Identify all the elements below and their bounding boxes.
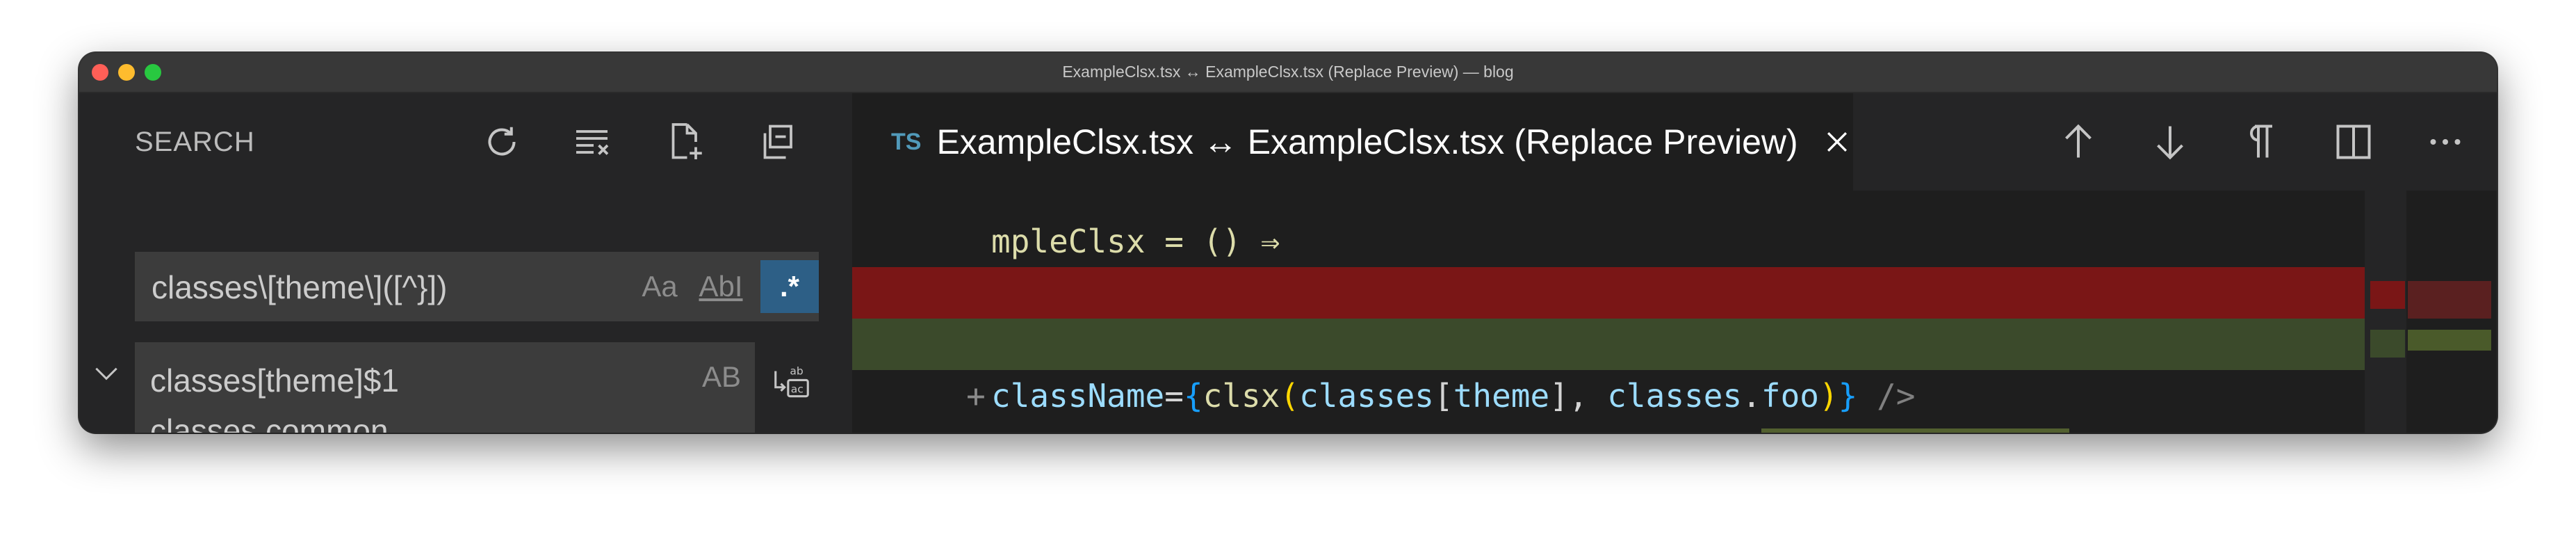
diff-editor[interactable]: mpleClsx = () ⇒ e } = useTheme(); — clas… [852, 191, 2497, 433]
more-actions-icon [2430, 139, 2461, 145]
refresh-icon [488, 127, 516, 156]
collapse-all-button[interactable] [752, 117, 802, 167]
code-line: mpleClsx = () ⇒ [852, 191, 2443, 260]
show-whitespace-icon [2250, 125, 2272, 158]
close-icon [1827, 131, 1848, 152]
sidebar-title: SEARCH [135, 127, 255, 157]
more-actions-button[interactable] [2420, 117, 2470, 167]
replace-input[interactable]: classes[theme]$1 classes.common, AB [135, 342, 755, 433]
refresh-button[interactable] [477, 117, 527, 167]
code-text: className={clsx(classes[theme], classes.… [991, 377, 1916, 415]
collapse-all-icon [763, 125, 792, 159]
svg-text:ac: ac [791, 383, 804, 396]
code-line: e } = useTheme(); [852, 216, 2443, 312]
deleted-line: — className={clsx(classes[theme], classe… [852, 267, 2443, 415]
minimap-deletion [2370, 281, 2405, 309]
toggle-replace-button[interactable] [89, 356, 124, 391]
inserted-line: + className={clsx(classes[theme], classe… [852, 319, 2443, 433]
next-change-icon [2157, 126, 2183, 160]
match-whole-word-toggle[interactable]: AbI [696, 260, 745, 313]
replace-all-button[interactable]: ab ac [765, 355, 819, 409]
preserve-case-toggle[interactable]: AB [702, 360, 741, 394]
new-search-editor-icon [671, 123, 702, 159]
minimap[interactable] [2365, 191, 2497, 433]
overview-ruler [2365, 191, 2406, 433]
show-whitespace-button[interactable] [2237, 117, 2287, 167]
clear-results-button[interactable] [569, 117, 619, 167]
search-sidebar: SEARCH classes\[theme\]([^}]) Aa AbI .* … [79, 93, 852, 433]
previous-change-icon [2065, 124, 2092, 158]
split-editor-icon [2336, 125, 2371, 159]
title-bar: ExampleClsx.tsx ↔ ExampleClsx.tsx (Repla… [79, 53, 2497, 93]
search-input[interactable] [150, 252, 639, 323]
window-title: ExampleClsx.tsx ↔ ExampleClsx.tsx (Repla… [1062, 63, 1514, 81]
minimap-deleted-text [2408, 281, 2491, 319]
next-change-button[interactable] [2145, 117, 2195, 167]
tab-title: ExampleClsx.tsx ↔ ExampleClsx.tsx (Repla… [936, 122, 1798, 161]
inserted-marker: + [966, 377, 986, 415]
svg-text:ab: ab [790, 365, 803, 378]
editor-tab-bar: TS ExampleClsx.tsx ↔ ExampleClsx.tsx (Re… [852, 93, 2497, 191]
minimap-inserted-text [2408, 330, 2491, 351]
previous-change-button[interactable] [2053, 117, 2103, 167]
chevron-down-icon [95, 367, 117, 380]
minimap-insertion [2370, 330, 2405, 358]
search-input-box: Aa AbI .* [135, 252, 819, 323]
clear-results-icon [576, 130, 609, 155]
code-text: className={clsx(classes[theme], classes.… [991, 422, 2224, 433]
close-tab-button[interactable] [1822, 125, 1853, 159]
use-regex-toggle[interactable]: .* [760, 260, 819, 313]
replace-line: classes[theme]$1 [150, 362, 399, 399]
editor-tab[interactable]: TS ExampleClsx.tsx ↔ ExampleClsx.tsx (Re… [852, 93, 1853, 191]
split-editor-button[interactable] [2329, 117, 2379, 167]
vscode-window: ExampleClsx.tsx ↔ ExampleClsx.tsx (Repla… [79, 53, 2497, 433]
replace-all-icon: ab ac [774, 365, 809, 398]
editor-area: TS ExampleClsx.tsx ↔ ExampleClsx.tsx (Re… [852, 93, 2497, 433]
replace-line: classes.common, [150, 412, 398, 433]
typescript-file-icon: TS [891, 128, 922, 155]
match-case-toggle[interactable]: Aa [635, 260, 684, 313]
new-search-editor-button[interactable] [660, 117, 710, 167]
